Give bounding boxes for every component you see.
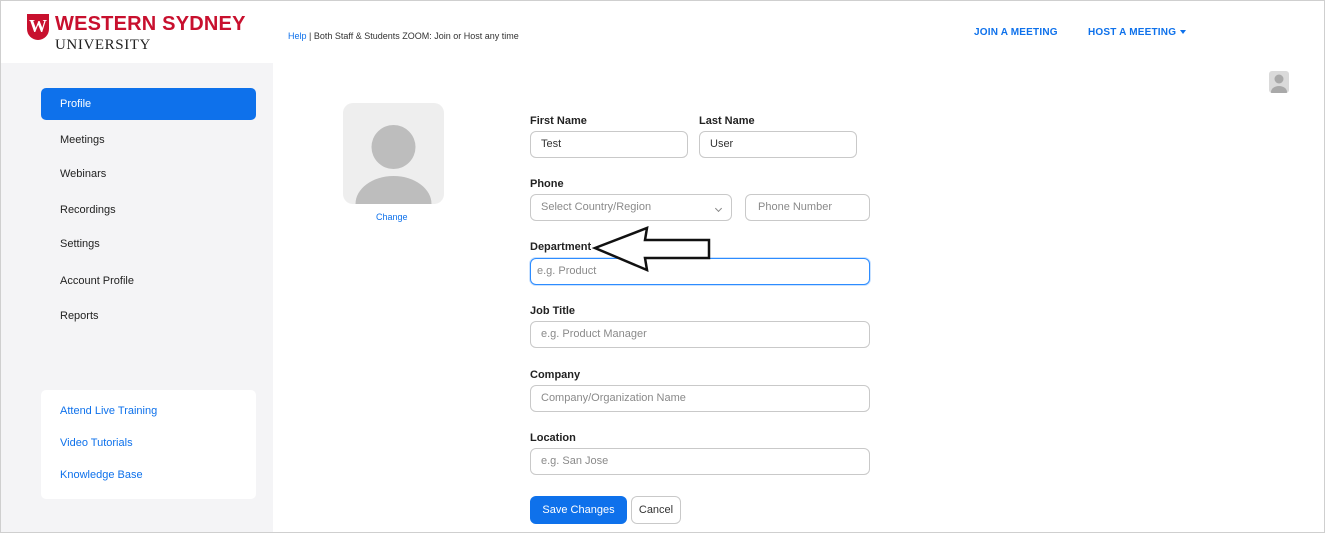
help-links-card: Attend Live Training Video Tutorials Kno…	[41, 390, 256, 499]
sidebar-item-settings[interactable]: Settings	[41, 228, 256, 260]
location-input[interactable]: e.g. San Jose	[530, 448, 870, 475]
last-name-label: Last Name	[699, 115, 755, 127]
sidebar-item-profile[interactable]: Profile	[41, 88, 256, 120]
logo-line-2: UNIVERSITY	[55, 37, 151, 53]
first-name-input[interactable]: Test	[530, 131, 688, 158]
knowledge-base-link[interactable]: Knowledge Base	[60, 469, 143, 481]
department-label: Department	[530, 241, 592, 253]
country-region-value: Select Country/Region	[541, 201, 652, 213]
location-label: Location	[530, 432, 576, 444]
phone-label: Phone	[530, 178, 564, 190]
sidebar-item-recordings[interactable]: Recordings	[41, 194, 256, 226]
video-tutorials-link[interactable]: Video Tutorials	[60, 437, 133, 449]
logo-line-1: WESTERN SYDNEY	[55, 13, 246, 35]
job-title-input[interactable]: e.g. Product Manager	[530, 321, 870, 348]
country-region-select[interactable]: Select Country/Region	[530, 194, 732, 221]
sidebar-item-meetings[interactable]: Meetings	[41, 124, 256, 156]
logo-wordmark: WESTERN SYDNEY UNIVERSITY	[55, 13, 246, 54]
host-meeting-menu[interactable]: HOST A MEETING	[1088, 27, 1187, 38]
last-name-input[interactable]: User	[699, 131, 857, 158]
profile-picture[interactable]	[343, 103, 444, 204]
logo-shield-icon: W	[27, 14, 49, 40]
page-frame: W WESTERN SYDNEY UNIVERSITY Help | Both …	[0, 0, 1325, 533]
company-label: Company	[530, 369, 581, 381]
host-meeting-label: HOST A MEETING	[1088, 27, 1177, 38]
annotation-arrow-icon	[591, 226, 711, 272]
join-meeting-link[interactable]: JOIN A MEETING	[974, 27, 1058, 38]
user-silhouette-icon	[355, 125, 432, 204]
university-logo[interactable]: W WESTERN SYDNEY UNIVERSITY	[27, 13, 246, 54]
chevron-down-icon	[714, 204, 723, 213]
chevron-down-icon	[1180, 30, 1187, 35]
user-silhouette-icon	[1271, 74, 1287, 93]
first-name-label: First Name	[530, 115, 587, 127]
help-link[interactable]: Help	[288, 31, 307, 41]
change-photo-link[interactable]: Change	[376, 212, 408, 222]
job-title-label: Job Title	[530, 305, 576, 317]
sidebar-item-account-profile[interactable]: Account Profile	[41, 265, 256, 297]
save-changes-button[interactable]: Save Changes	[530, 496, 627, 524]
help-banner: Help | Both Staff & Students ZOOM: Join …	[288, 31, 519, 41]
help-banner-text: | Both Staff & Students ZOOM: Join or Ho…	[306, 31, 519, 41]
attend-live-training-link[interactable]: Attend Live Training	[60, 405, 157, 417]
sidebar: Profile Meetings Webinars Recordings Set…	[1, 63, 273, 532]
phone-number-input[interactable]: Phone Number	[745, 194, 870, 221]
account-avatar[interactable]	[1269, 71, 1289, 93]
company-input[interactable]: Company/Organization Name	[530, 385, 870, 412]
sidebar-item-webinars[interactable]: Webinars	[41, 158, 256, 190]
top-header: W WESTERN SYDNEY UNIVERSITY Help | Both …	[1, 1, 1324, 63]
sidebar-item-reports[interactable]: Reports	[41, 300, 256, 332]
cancel-button[interactable]: Cancel	[631, 496, 681, 524]
